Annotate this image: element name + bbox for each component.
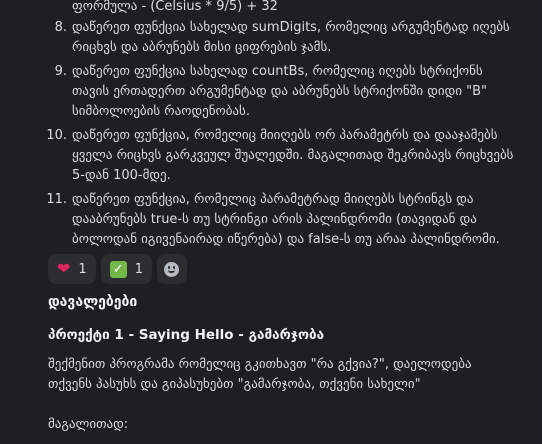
tasks-heading: დავალებები — [48, 294, 138, 310]
add-reaction-button[interactable] — [156, 254, 187, 284]
list-item-text: დაწერეთ ფუნქცია, რომელიც პარამეტრად მიიღ… — [72, 192, 500, 247]
list-item-text: დაწერეთ ფუნქცია სახელად countBs, რომელიც… — [72, 64, 488, 119]
reaction-bar: ❤ 1 ✓ 1 — [48, 254, 187, 284]
project-title: პროექტი 1 - Saying Hello - გამარჯობა — [48, 327, 325, 343]
list-item: 9. დაწერეთ ფუნქცია სახელად countBs, რომე… — [0, 62, 542, 122]
task-list: 8. დაწერეთ ფუნქცია სახელად sumDigits, რო… — [0, 18, 542, 254]
project-description: შექმენით პროგრამა რომელიც გკითხავთ "რა გ… — [48, 357, 472, 392]
list-number: 11. — [46, 192, 67, 207]
list-number: 8. — [54, 20, 67, 35]
reaction-count: 1 — [78, 261, 87, 277]
check-mark-icon: ✓ — [109, 260, 127, 278]
list-item-text: დაწერეთ ფუნქცია, რომელიც მიიღებს ორ პარა… — [72, 128, 514, 183]
smiley-icon — [164, 261, 180, 277]
reaction-check[interactable]: ✓ 1 — [100, 254, 152, 284]
list-item: 11. დაწერეთ ფუნქცია, რომელიც პარამეტრად … — [0, 190, 542, 250]
formula-line: ფორმულა - (Celsius * 9/5) + 32 — [72, 0, 278, 14]
heart-icon: ❤ — [57, 259, 71, 278]
reaction-heart[interactable]: ❤ 1 — [48, 254, 96, 284]
reaction-count: 1 — [134, 261, 143, 277]
list-item: 10. დაწერეთ ფუნქცია, რომელიც მიიღებს ორ … — [0, 126, 542, 186]
list-number: 10. — [46, 128, 67, 143]
list-item-text: დაწერეთ ფუნქცია სახელად sumDigits, რომელ… — [72, 20, 510, 55]
list-item: 8. დაწერეთ ფუნქცია სახელად sumDigits, რო… — [0, 18, 542, 58]
list-number: 9. — [54, 64, 67, 79]
example-label: მაგალითად: — [48, 417, 129, 432]
